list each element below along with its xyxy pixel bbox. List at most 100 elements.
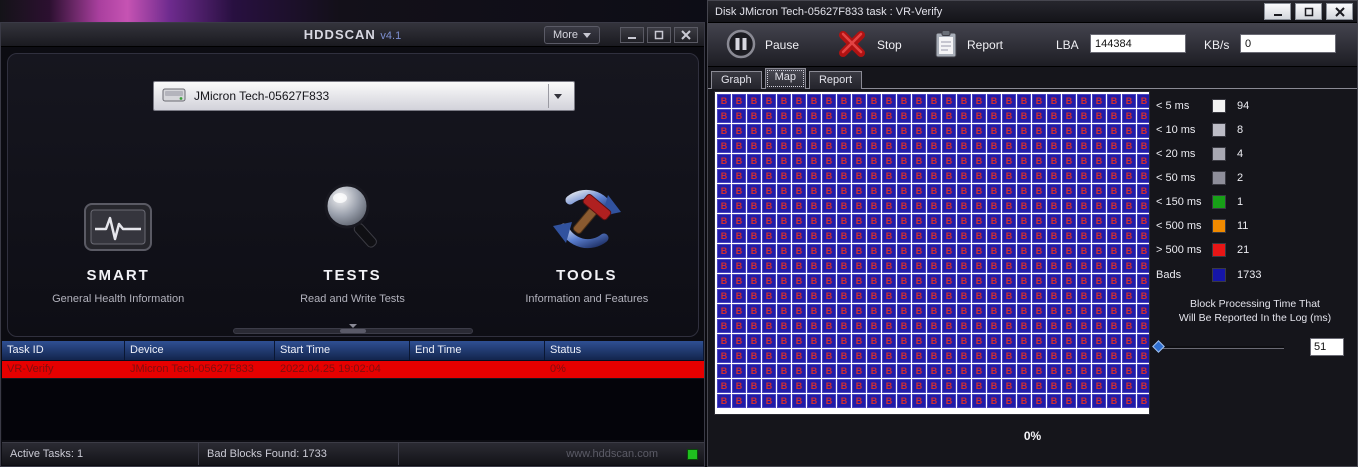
close-button[interactable] <box>1326 3 1353 20</box>
bad-block-cell: B <box>942 154 956 168</box>
maximize-button[interactable] <box>1295 3 1322 20</box>
bad-block-cell: B <box>732 139 746 153</box>
bad-block-cell: B <box>912 304 926 318</box>
bad-block-cell: B <box>792 244 806 258</box>
pause-button[interactable]: Pause <box>726 27 799 63</box>
bad-block-cell: B <box>972 304 986 318</box>
bad-block-cell: B <box>762 349 776 363</box>
bad-block-cell: B <box>1047 184 1061 198</box>
legend-count: 94 <box>1237 99 1250 112</box>
bad-block-cell: B <box>1092 334 1106 348</box>
bad-block-cell: B <box>1047 124 1061 138</box>
header-end-time[interactable]: End Time <box>410 341 545 360</box>
bad-block-cell: B <box>1002 379 1016 393</box>
bad-block-cell: B <box>987 124 1001 138</box>
bad-block-cell: B <box>897 94 911 108</box>
bad-block-cell: B <box>1092 379 1106 393</box>
bad-block-cell: B <box>747 184 761 198</box>
bad-block-cell: B <box>972 289 986 303</box>
bad-block-cell: B <box>897 349 911 363</box>
header-task-id[interactable]: Task ID <box>2 341 125 360</box>
log-threshold-slider[interactable] <box>1152 339 1284 353</box>
dropdown-arrow-button[interactable] <box>548 84 566 108</box>
drive-selector-dropdown[interactable]: JMicron Tech-05627F833 <box>153 81 575 111</box>
bad-block-cell: B <box>942 169 956 183</box>
bad-block-cell: B <box>762 394 776 408</box>
bad-block-cell: B <box>852 349 866 363</box>
bad-block-cell: B <box>717 349 731 363</box>
bad-block-cell: B <box>882 259 896 273</box>
close-button[interactable] <box>674 27 698 43</box>
minimize-button[interactable] <box>1264 3 1291 20</box>
legend-swatch <box>1212 122 1226 137</box>
task-titlebar[interactable]: Disk JMicron Tech-05627F833 task : VR-Ve… <box>708 1 1357 23</box>
bad-block-cell: B <box>1107 244 1121 258</box>
bad-block-cell: B <box>762 364 776 378</box>
bad-block-cell: B <box>852 334 866 348</box>
bad-block-cell: B <box>1032 349 1046 363</box>
legend-count: 2 <box>1237 171 1244 184</box>
smart-button[interactable]: SMART General Health Information <box>1 151 235 305</box>
tools-icon <box>547 151 627 253</box>
header-start-time[interactable]: Start Time <box>275 341 410 360</box>
bad-block-cell: B <box>1077 169 1091 183</box>
hddscan-titlebar[interactable]: HDDSCAN v4.1 More <box>1 23 704 47</box>
bad-block-cell: B <box>882 319 896 333</box>
task-row-device: JMicron Tech-05627F833 <box>130 363 254 375</box>
bad-block-cell: B <box>1032 289 1046 303</box>
slider-value-input[interactable] <box>1310 338 1344 356</box>
bad-block-cell: B <box>792 334 806 348</box>
tab-report[interactable]: Report <box>808 71 863 89</box>
bad-block-cell: B <box>1077 394 1091 408</box>
bad-block-cell: B <box>972 154 986 168</box>
bad-block-cell: B <box>807 94 821 108</box>
bad-block-cell: B <box>792 169 806 183</box>
more-button[interactable]: More <box>544 26 600 44</box>
header-device[interactable]: Device <box>125 341 275 360</box>
slider-handle[interactable] <box>1152 339 1165 353</box>
stop-button[interactable]: Stop <box>836 27 902 63</box>
legend-swatch <box>1212 242 1226 257</box>
bad-block-cell: B <box>1092 319 1106 333</box>
bad-block-cell: B <box>762 184 776 198</box>
bad-block-cell: B <box>987 349 1001 363</box>
panel-splitter[interactable] <box>233 324 473 334</box>
report-button[interactable]: Report <box>934 27 1003 63</box>
bad-block-cell: B <box>762 169 776 183</box>
feature-buttons: SMART General Health Information TESTS R… <box>1 151 704 305</box>
close-icon <box>1334 6 1345 17</box>
tab-graph[interactable]: Graph <box>711 71 762 89</box>
kbs-input[interactable] <box>1240 34 1336 53</box>
bad-block-cell: B <box>1062 364 1076 378</box>
tests-button[interactable]: TESTS Read and Write Tests <box>235 151 469 305</box>
legend-item: < 20 ms 4 <box>1156 145 1354 162</box>
bad-block-cell: B <box>1137 379 1149 393</box>
bad-block-cell: B <box>717 199 731 213</box>
bad-block-cell: B <box>1002 214 1016 228</box>
bad-block-cell: B <box>1062 379 1076 393</box>
bad-block-cell: B <box>807 334 821 348</box>
tab-map[interactable]: Map <box>764 68 806 89</box>
bad-block-cell: B <box>1062 244 1076 258</box>
lba-input[interactable] <box>1090 34 1186 53</box>
bad-block-cell: B <box>882 289 896 303</box>
bad-block-cell: B <box>747 229 761 243</box>
bad-block-cell: B <box>747 259 761 273</box>
task-row[interactable]: VR-Verify JMicron Tech-05627F833 2022.04… <box>2 361 704 378</box>
bad-block-cell: B <box>882 154 896 168</box>
bad-block-cell: B <box>987 364 1001 378</box>
bad-block-cell: B <box>1077 334 1091 348</box>
minimize-button[interactable] <box>620 27 644 43</box>
hddscan-main-window: HDDSCAN v4.1 More JMicron Tech-05627F833… <box>0 22 705 467</box>
bad-block-cell: B <box>1077 259 1091 273</box>
tools-button[interactable]: TOOLS Information and Features <box>470 151 704 305</box>
bad-block-cell: B <box>1107 259 1121 273</box>
bad-block-cell: B <box>972 244 986 258</box>
maximize-button[interactable] <box>647 27 671 43</box>
bad-block-cell: B <box>882 379 896 393</box>
task-table-empty-area <box>2 378 704 440</box>
header-status[interactable]: Status <box>545 341 704 360</box>
splitter-handle[interactable] <box>340 329 366 333</box>
task-row-status: 0% <box>550 363 566 375</box>
desktop-background <box>0 0 707 22</box>
